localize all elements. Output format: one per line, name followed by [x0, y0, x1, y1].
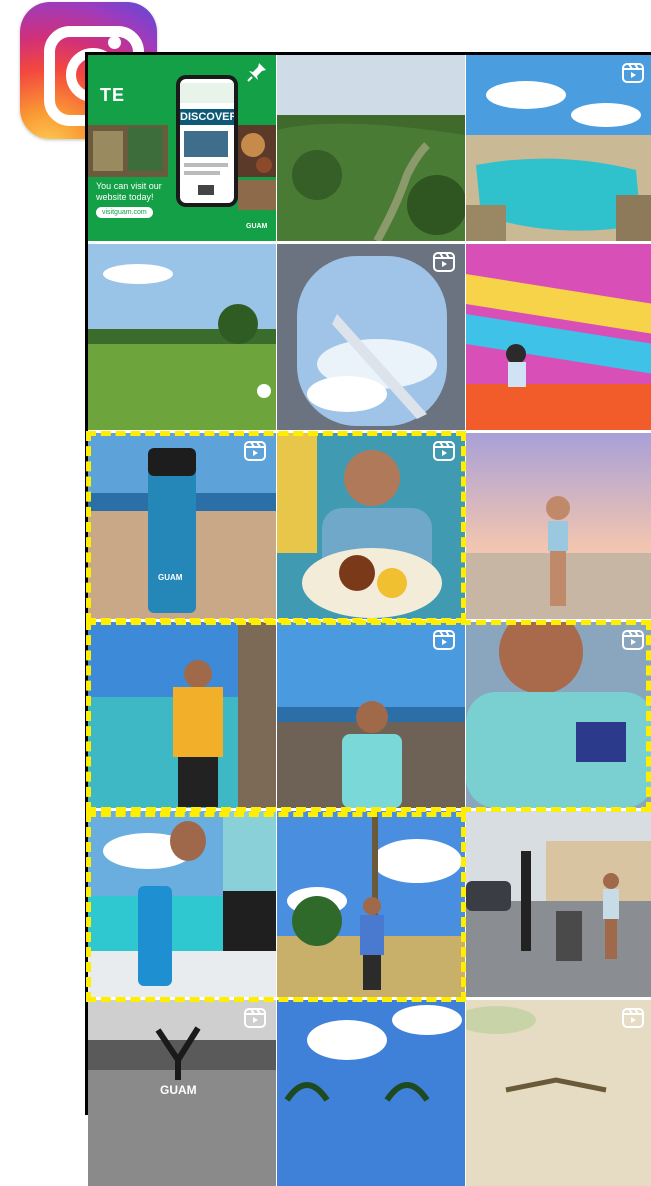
post-blue-bottle-beach[interactable]: GUAM	[88, 433, 276, 619]
instagram-camera-dot	[108, 36, 121, 49]
reels-icon	[622, 630, 644, 650]
phone-screen-title: DISCOVER	[180, 109, 234, 125]
post-promo[interactable]: TE DISCOVER You can visit our website to…	[88, 55, 276, 241]
yellow-shirt-scene	[88, 622, 276, 808]
palm-beach-scene	[277, 811, 465, 997]
post-man-tiedye-closeup[interactable]	[466, 622, 651, 808]
post-sand-wall[interactable]	[466, 1000, 651, 1186]
post-woman-sunset-beach[interactable]	[466, 433, 651, 619]
post-man-tiedye-rocks[interactable]	[277, 622, 465, 808]
bw-label: GUAM	[160, 1083, 197, 1097]
promo-url-pill: visitguam.com	[96, 207, 153, 218]
phone-photo	[184, 131, 228, 157]
post-man-palm-beach[interactable]	[277, 811, 465, 997]
post-airplane-window[interactable]	[277, 244, 465, 430]
golf-scene	[88, 244, 276, 430]
post-jungle-valley[interactable]	[277, 55, 465, 241]
slide-scene	[466, 244, 651, 430]
phone-button	[198, 185, 214, 195]
phone-screen: DISCOVER	[180, 79, 234, 203]
promo-brand: GUAM	[246, 223, 268, 230]
reels-icon	[244, 1008, 266, 1028]
post-palms-sky[interactable]	[277, 1000, 465, 1186]
hand-bottle-scene	[88, 811, 276, 997]
promo-heading: TE	[100, 85, 126, 105]
pin-icon	[247, 63, 266, 82]
phone-text-line	[184, 171, 220, 175]
post-man-yellow-shirt[interactable]	[88, 622, 276, 808]
post-bw-handstand[interactable]: GUAM	[88, 1000, 276, 1186]
reels-icon	[433, 441, 455, 461]
promo-phone: DISCOVER	[176, 75, 238, 207]
reels-icon	[622, 1008, 644, 1028]
post-golf-course[interactable]	[88, 244, 276, 430]
reels-icon	[433, 630, 455, 650]
post-colorful-slide[interactable]	[466, 244, 651, 430]
sunset-scene	[466, 433, 651, 619]
promo-caption-line-2: website today!	[96, 192, 154, 202]
reels-icon	[433, 252, 455, 272]
phone-text-line	[184, 163, 228, 167]
post-man-with-plate[interactable]	[277, 433, 465, 619]
palms-sky-scene	[277, 1000, 465, 1186]
jungle-scene	[277, 55, 465, 241]
phone-header	[180, 83, 234, 103]
post-street-stroller[interactable]	[466, 811, 651, 997]
promo-caption: You can visit our website today!	[96, 181, 162, 203]
reels-icon	[244, 441, 266, 461]
promo-caption-line-1: You can visit our	[96, 181, 162, 191]
street-scene	[466, 811, 651, 997]
reels-icon	[622, 63, 644, 83]
bottle-label: GUAM	[158, 573, 183, 582]
post-hand-bottle-beach[interactable]	[88, 811, 276, 997]
profile-post-grid: TE DISCOVER You can visit our website to…	[85, 52, 651, 1186]
post-cliff-pool[interactable]	[466, 55, 651, 241]
